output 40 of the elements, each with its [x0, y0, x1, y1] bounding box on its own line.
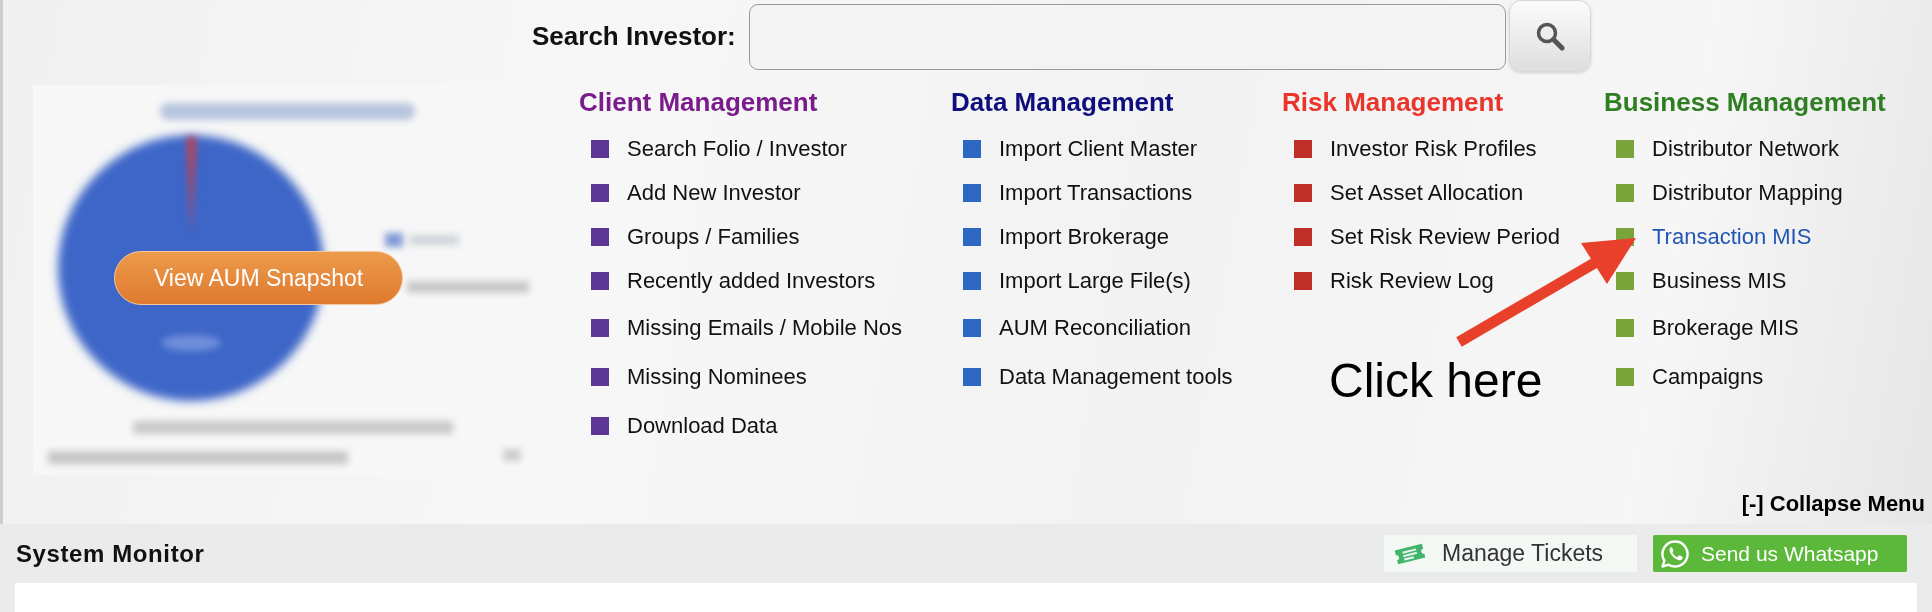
annotation-text: Click here — [1329, 357, 1543, 405]
search-icon — [1534, 21, 1565, 51]
phone-bubble-icon — [1660, 538, 1690, 569]
menu-link[interactable]: Search Folio / Investor — [627, 136, 848, 162]
manage-tickets-button[interactable]: Manage Tickets — [1384, 535, 1637, 572]
section-title: System Monitor — [16, 539, 205, 568]
menu-link[interactable]: Transaction MIS — [1652, 224, 1812, 250]
search-field[interactable] — [748, 4, 1506, 70]
blurred-legend-text — [409, 235, 459, 245]
menu-link[interactable]: Import Transactions — [999, 180, 1193, 206]
menu-link[interactable]: Recently added Investors — [627, 268, 876, 294]
menu-link[interactable]: Set Risk Review Period — [1330, 224, 1560, 250]
menu-link[interactable]: Add New Investor — [627, 180, 801, 206]
menu-link[interactable]: Business MIS — [1652, 268, 1787, 294]
blurred-mark-icon — [503, 449, 521, 461]
search-button[interactable] — [1508, 0, 1591, 72]
search-label: Search Investor: — [532, 21, 736, 51]
menu-link[interactable]: Distributor Network — [1652, 136, 1840, 162]
menu-link[interactable]: Missing Nominees — [627, 364, 807, 390]
menu-heading: Business Management — [1604, 87, 1886, 117]
menu-link[interactable]: Import Client Master — [999, 136, 1198, 162]
menu-link[interactable]: Import Large File(s) — [999, 268, 1191, 294]
menu-link[interactable]: Risk Review Log — [1330, 268, 1494, 294]
collapse-menu-link[interactable]: [-] Collapse Menu — [1741, 491, 1925, 517]
blurred-pie-label — [161, 335, 221, 351]
menu-link[interactable]: Missing Emails / Mobile Nos — [627, 315, 903, 341]
menu-heading: Risk Management — [1282, 87, 1504, 117]
menu-heading: Client Management — [579, 87, 818, 117]
menu-link[interactable]: Download Data — [627, 413, 778, 439]
menu-link[interactable]: Investor Risk Profiles — [1330, 136, 1537, 162]
menu-link[interactable]: Set Asset Allocation — [1330, 180, 1524, 206]
menu-link[interactable]: Data Management tools — [999, 364, 1233, 390]
menu-link[interactable]: AUM Reconciliation — [999, 315, 1191, 341]
legend-swatch-icon — [385, 233, 403, 247]
menu-heading: Data Management — [951, 87, 1174, 117]
menu-link[interactable]: Import Brokerage — [999, 224, 1169, 250]
menu-link[interactable]: Campaigns — [1652, 364, 1764, 390]
menu-link[interactable]: Groups / Families — [627, 224, 800, 250]
menu-link[interactable]: Brokerage MIS — [1652, 315, 1799, 341]
menu-link[interactable]: Distributor Mapping — [1652, 180, 1843, 206]
